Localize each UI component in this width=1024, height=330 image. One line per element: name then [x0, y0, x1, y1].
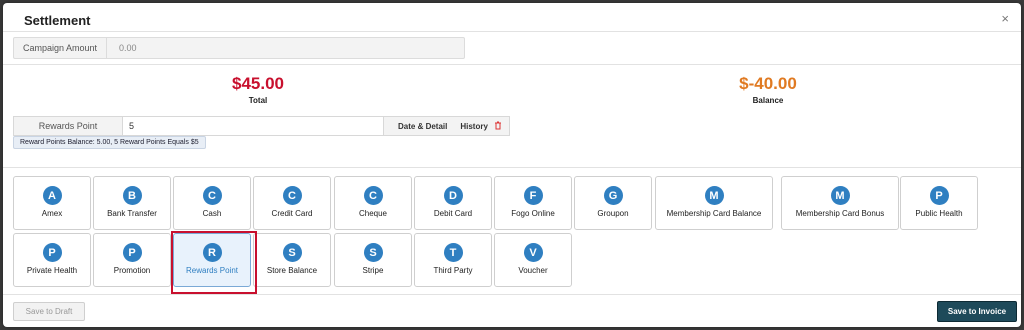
method-label: Cash	[202, 209, 222, 218]
method-label: Membership Card Bonus	[795, 209, 885, 218]
payment-method-fogo-online[interactable]: F Fogo Online	[494, 176, 572, 230]
method-letter-icon: A	[42, 186, 62, 205]
method-letter-icon: M	[830, 186, 850, 205]
method-letter-icon: P	[122, 243, 142, 262]
save-to-draft-button[interactable]: Save to Draft	[13, 302, 85, 321]
method-letter-icon: P	[42, 243, 62, 262]
payment-method-membership-card-balance[interactable]: M Membership Card Balance	[655, 176, 773, 230]
method-letter-icon: C	[282, 186, 302, 205]
method-letter-icon: T	[443, 243, 463, 262]
payment-method-third-party[interactable]: T Third Party	[414, 233, 492, 287]
method-letter-icon: C	[202, 186, 222, 205]
method-letter-icon: G	[603, 186, 623, 205]
payment-method-cash[interactable]: C Cash	[173, 176, 251, 230]
method-label: Public Health	[915, 209, 963, 218]
method-label: Fogo Online	[511, 209, 555, 218]
method-label: Groupon	[597, 209, 629, 218]
history-link[interactable]: History	[460, 122, 488, 131]
method-label: Bank Transfer	[107, 209, 157, 218]
method-label: Store Balance	[266, 266, 318, 275]
balance-amount: $-40.00	[739, 74, 797, 93]
method-label: Debit Card	[433, 209, 473, 218]
method-label: Cheque	[358, 209, 388, 218]
method-label: Credit Card	[271, 209, 313, 218]
reward-points-note: Reward Points Balance: 5.00, 5 Reward Po…	[13, 136, 206, 149]
rewards-point-input[interactable]: 5	[123, 117, 384, 135]
method-letter-icon: S	[363, 243, 383, 262]
campaign-amount-label: Campaign Amount	[14, 38, 107, 58]
method-label: Membership Card Balance	[666, 209, 762, 218]
method-letter-icon: S	[282, 243, 302, 262]
method-label: Amex	[41, 209, 63, 218]
balance-label: Balance	[752, 96, 784, 105]
trash-icon[interactable]	[494, 121, 502, 132]
payment-method-groupon[interactable]: G Groupon	[574, 176, 652, 230]
rewards-point-row: Rewards Point 5 Date & Detail History	[13, 116, 510, 136]
footer-divider	[3, 294, 1021, 295]
settlement-modal: Settlement × Campaign Amount 0.00 $45.00…	[3, 3, 1021, 327]
payment-method-stripe[interactable]: S Stripe	[334, 233, 412, 287]
payment-method-bank-transfer[interactable]: B Bank Transfer	[93, 176, 171, 230]
payment-method-voucher[interactable]: V Voucher	[494, 233, 572, 287]
payment-method-credit-card[interactable]: C Credit Card	[253, 176, 331, 230]
method-letter-icon: P	[929, 186, 949, 205]
date-detail-cell: Date & Detail History	[384, 117, 509, 135]
payment-method-membership-card-bonus[interactable]: M Membership Card Bonus	[781, 176, 899, 230]
payment-method-promotion[interactable]: P Promotion	[93, 233, 171, 287]
method-letter-icon: D	[443, 186, 463, 205]
campaign-amount-value[interactable]: 0.00	[107, 43, 137, 53]
methods-divider	[3, 167, 1021, 168]
method-label: Voucher	[518, 266, 548, 275]
header-divider	[3, 31, 1021, 32]
campaign-amount-field: Campaign Amount 0.00	[13, 37, 465, 59]
date-detail-label[interactable]: Date & Detail	[398, 122, 447, 131]
method-label: Stripe	[362, 266, 384, 275]
payment-method-cheque[interactable]: C Cheque	[334, 176, 412, 230]
save-to-invoice-button[interactable]: Save to Invoice	[937, 301, 1017, 322]
method-label: Third Party	[433, 266, 473, 275]
payment-method-public-health[interactable]: P Public Health	[900, 176, 978, 230]
payment-method-store-balance[interactable]: S Store Balance	[253, 233, 331, 287]
method-letter-icon: C	[363, 186, 383, 205]
method-label: Promotion	[113, 266, 151, 275]
method-letter-icon: V	[523, 243, 543, 262]
total-label: Total	[248, 96, 268, 105]
payment-method-amex[interactable]: A Amex	[13, 176, 91, 230]
total-amount: $45.00	[232, 74, 284, 93]
campaign-divider	[3, 64, 1021, 65]
method-letter-icon: B	[122, 186, 142, 205]
payment-method-debit-card[interactable]: D Debit Card	[414, 176, 492, 230]
selection-highlight	[171, 231, 257, 294]
modal-title: Settlement	[24, 13, 91, 28]
close-icon[interactable]: ×	[1001, 11, 1009, 26]
method-letter-icon: F	[523, 186, 543, 205]
payment-method-private-health[interactable]: P Private Health	[13, 233, 91, 287]
method-label: Private Health	[26, 266, 78, 275]
rewards-point-label: Rewards Point	[14, 117, 123, 135]
method-letter-icon: M	[704, 186, 724, 205]
